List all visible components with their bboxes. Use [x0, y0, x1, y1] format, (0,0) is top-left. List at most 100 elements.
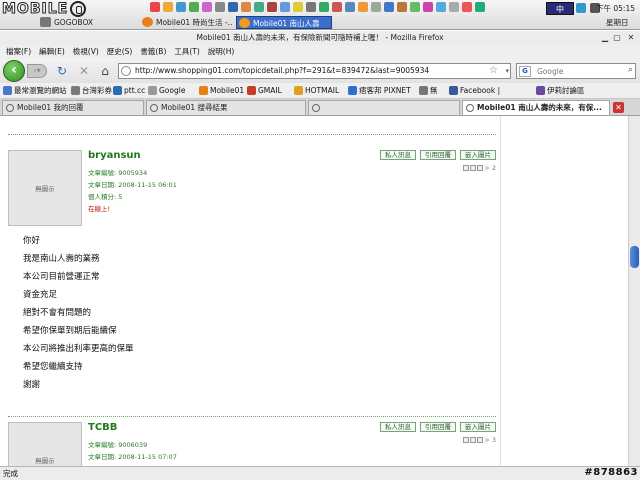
url-text: http://www.shopping01.com/topicdetail.ph… — [135, 66, 430, 75]
scrollbar-thumb[interactable] — [630, 246, 639, 268]
stop-icon[interactable]: ✕ — [77, 64, 91, 78]
bookmark-item[interactable]: 最常瀏覽的網站 — [2, 83, 67, 98]
post-date: 文章日期: 2008-11-15 06:01 — [88, 181, 177, 189]
menu-file[interactable]: 檔案(F) — [4, 45, 37, 59]
bookmark-item[interactable]: Facebook | — [448, 83, 500, 98]
pager-icon[interactable] — [477, 437, 484, 443]
app-icon[interactable] — [280, 2, 290, 12]
online-status: 在線上! — [88, 205, 111, 213]
app-icon[interactable] — [319, 2, 329, 12]
pager-label[interactable]: > 3 — [484, 436, 496, 444]
vertical-scrollbar[interactable] — [628, 116, 640, 466]
pager-icon[interactable] — [470, 165, 477, 171]
bookmark-item[interactable]: HOTMAIL — [293, 83, 339, 98]
minimize-icon[interactable]: ▁ — [600, 33, 610, 43]
app-icon[interactable] — [384, 2, 394, 12]
app-icon[interactable] — [345, 2, 355, 12]
app-icon[interactable] — [176, 2, 186, 12]
app-icon[interactable] — [267, 2, 277, 12]
status-text: 完成 — [3, 469, 18, 478]
taskbar-button-window[interactable]: Mobile01 時尚生活 -... — [140, 16, 232, 29]
clock-time[interactable]: 下午 05:15 — [596, 3, 635, 14]
tray-icon[interactable] — [576, 3, 586, 13]
bookmark-item[interactable]: 痞客邦 PIXNET — [347, 83, 411, 98]
app-icon[interactable] — [423, 2, 433, 12]
bookmark-item[interactable]: 台灣彩券 — [70, 83, 112, 98]
app-icon[interactable] — [436, 2, 446, 12]
menu-tools[interactable]: 工具(T) — [172, 45, 205, 59]
bookmark-item[interactable]: Google — [147, 83, 185, 98]
bookmark-label: 痞客邦 PIXNET — [359, 86, 411, 95]
close-tab-icon[interactable]: ✕ — [613, 102, 624, 113]
bookmark-item[interactable]: 無 — [418, 83, 438, 98]
close-icon[interactable]: ✕ — [626, 33, 636, 43]
page-content: 無圖示 bryansun 文章編號: 9005934 文章日期: 2008-11… — [0, 116, 628, 466]
tab-search-results[interactable]: Mobile01 搜尋結果 — [146, 100, 306, 115]
bookmark-item[interactable]: GMAIL — [246, 83, 282, 98]
app-icon[interactable] — [293, 2, 303, 12]
app-icon[interactable] — [475, 2, 485, 12]
search-icon[interactable]: ⌕ — [628, 65, 633, 75]
private-message-button[interactable]: 私人訊息 — [380, 150, 416, 160]
reload-icon[interactable]: ↻ — [55, 64, 69, 78]
taskbar-button-gogobox[interactable]: GOGOBOX — [38, 16, 128, 29]
pager-icon[interactable] — [463, 165, 470, 171]
taskbar-button-label: Mobile01 時尚生活 -... — [156, 18, 232, 27]
post-username[interactable]: bryansun — [88, 150, 141, 161]
tab-favicon-icon — [6, 104, 14, 112]
pager-label[interactable]: > 2 — [484, 164, 496, 172]
menu-history[interactable]: 歷史(S) — [105, 45, 139, 59]
bookmark-item[interactable]: Mobile01 — [198, 83, 244, 98]
url-dropdown-icon[interactable]: ▾ — [505, 64, 509, 78]
app-icon[interactable] — [332, 2, 342, 12]
app-icon — [40, 17, 51, 27]
search-engine-icon[interactable]: G — [519, 66, 531, 77]
app-icon[interactable] — [358, 2, 368, 12]
app-icon[interactable] — [150, 2, 160, 12]
tab-blank[interactable] — [308, 100, 460, 115]
quote-reply-button[interactable]: 引用回覆 — [420, 422, 456, 432]
post-username[interactable]: TCBB — [88, 422, 117, 433]
maximize-icon[interactable]: ▢ — [612, 33, 622, 43]
app-icon[interactable] — [228, 2, 238, 12]
app-icon[interactable] — [215, 2, 225, 12]
taskbar-button-active-window[interactable]: Mobile01 南山人壽 — [236, 16, 332, 29]
quote-reply-button[interactable]: 引用回覆 — [420, 150, 456, 160]
app-icon[interactable] — [306, 2, 316, 12]
private-message-button[interactable]: 私人訊息 — [380, 422, 416, 432]
ime-indicator[interactable]: 中 — [546, 2, 574, 15]
pager-icon[interactable] — [463, 437, 470, 443]
tab-current[interactable]: Mobile01 南山人壽的未來，有保... — [462, 100, 610, 115]
back-button[interactable]: ‹ — [3, 60, 25, 82]
app-icon[interactable] — [163, 2, 173, 12]
forward-button[interactable]: ›▾ — [27, 64, 47, 78]
bookmark-item[interactable]: 伊莉討論區 — [535, 83, 585, 98]
app-icon[interactable] — [371, 2, 381, 12]
app-icon[interactable] — [189, 2, 199, 12]
menu-help[interactable]: 說明(H) — [206, 45, 241, 59]
tab-my-replies[interactable]: Mobile01 我的回覆 — [2, 100, 144, 115]
avatar[interactable]: 無圖示 — [8, 422, 82, 466]
bookmark-item[interactable]: ptt.cc — [112, 83, 145, 98]
menu-edit[interactable]: 編輯(E) — [37, 45, 71, 59]
app-icon[interactable] — [254, 2, 264, 12]
home-icon[interactable]: ⌂ — [98, 64, 112, 78]
post-line: 希望您繼續支持 — [23, 362, 83, 372]
app-icon[interactable] — [462, 2, 472, 12]
app-icon[interactable] — [202, 2, 212, 12]
avatar[interactable]: 無圖示 — [8, 150, 82, 226]
post-line: 本公司將推出利率更高的保單 — [23, 344, 134, 354]
bookmark-star-icon[interactable]: ☆ — [489, 64, 498, 78]
pager-icon[interactable] — [470, 437, 477, 443]
search-input[interactable] — [537, 64, 621, 78]
url-bar[interactable]: http://www.shopping01.com/topicdetail.ph… — [118, 63, 511, 79]
menu-bookmarks[interactable]: 書籤(B) — [138, 45, 172, 59]
embed-image-button[interactable]: 嵌入圖片 — [460, 422, 496, 432]
pager-icon[interactable] — [477, 165, 484, 171]
embed-image-button[interactable]: 嵌入圖片 — [460, 150, 496, 160]
app-icon[interactable] — [397, 2, 407, 12]
app-icon[interactable] — [449, 2, 459, 12]
app-icon[interactable] — [241, 2, 251, 12]
menu-view[interactable]: 檢視(V) — [71, 45, 105, 59]
app-icon[interactable] — [410, 2, 420, 12]
